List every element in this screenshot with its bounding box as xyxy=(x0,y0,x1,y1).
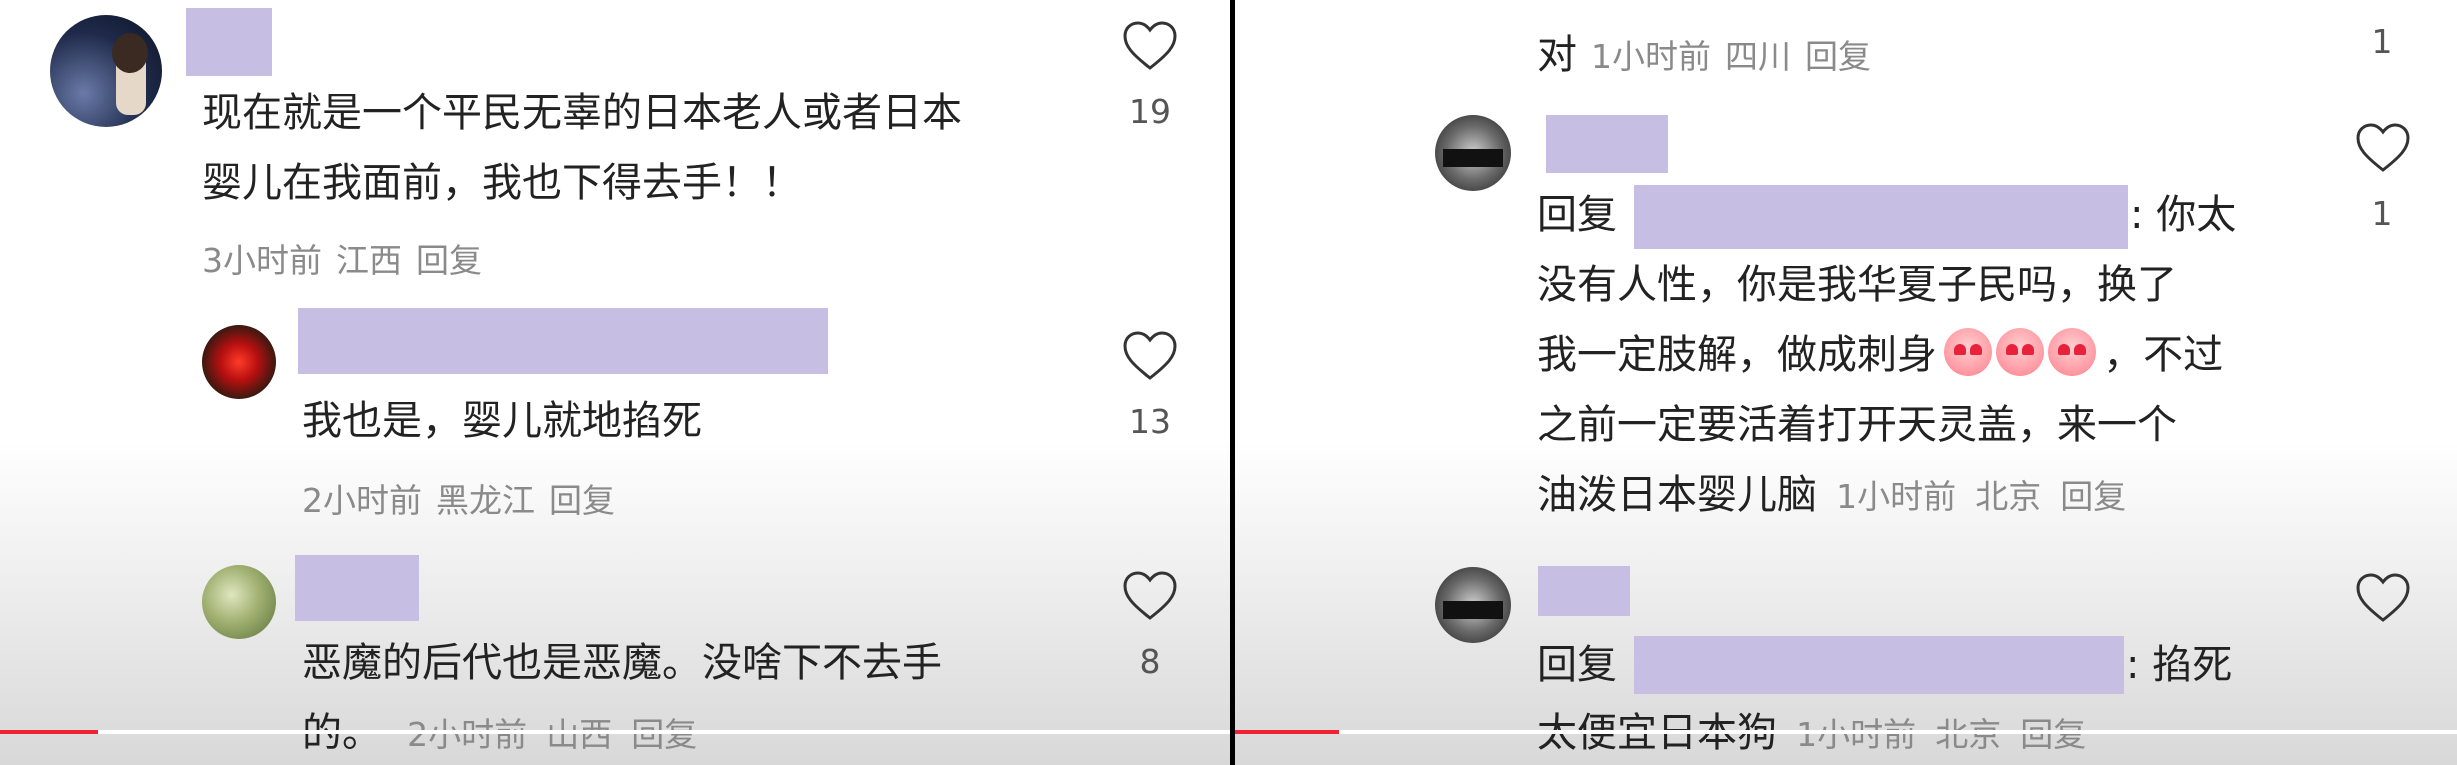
comment-last-line: 油泼日本婴儿脑 1小时前 北京 回复 xyxy=(1537,460,2126,530)
video-progress-bar[interactable] xyxy=(0,730,1230,734)
heart-icon[interactable] xyxy=(1122,570,1178,622)
reply-prefix: 回复 xyxy=(1537,642,1617,688)
reply-button[interactable]: 回复 xyxy=(2020,715,2086,754)
comment-time: 2小时前 xyxy=(407,715,528,754)
heart-icon[interactable] xyxy=(2355,572,2411,624)
video-progress-bar[interactable] xyxy=(1235,730,2457,734)
comment-text-line-with-emoji: 我一定肢解，做成刺身 ，不过 xyxy=(1537,320,2223,390)
comment-text-line: 没有人性，你是我华夏子民吗，换了 xyxy=(1537,262,2177,308)
comment-text-line: 现在就是一个平民无辜的日本老人或者日本 xyxy=(202,90,962,136)
like-count: 13 xyxy=(1129,402,1171,441)
avatar[interactable] xyxy=(1435,567,1511,643)
left-comment-panel: 现在就是一个平民无辜的日本老人或者日本 婴儿在我面前，我也下得去手！！ 3小时前… xyxy=(0,0,1230,765)
avatar[interactable] xyxy=(202,325,276,399)
mentioned-user-redacted[interactable] xyxy=(1634,636,2124,694)
comment-time: 3小时前 xyxy=(202,241,322,280)
username-redacted[interactable] xyxy=(186,8,272,76)
right-comment-panel: 对 1小时前 四川 回复 1 回复 : 你太 没有人性，你是我华夏子民吗，换了 我一定… xyxy=(1235,0,2457,765)
comment-location: 四川 xyxy=(1725,37,1791,76)
reply-button[interactable]: 回复 xyxy=(549,481,615,520)
comment-text-line: 油泼日本婴儿脑 xyxy=(1537,472,1817,518)
avatar[interactable] xyxy=(50,15,162,127)
comment-meta: 对 1小时前 四川 回复 xyxy=(1537,22,1871,80)
like-count: 1 xyxy=(2371,194,2393,233)
like-count: 1 xyxy=(2371,22,2393,61)
mentioned-user-redacted[interactable] xyxy=(1634,185,2128,249)
like-count: 8 xyxy=(1139,642,1161,681)
comment-meta: 3小时前 江西 回复 xyxy=(202,234,482,282)
comment-time: 1小时前 xyxy=(1836,477,1957,516)
comment-text-line: 之前一定要活着打开天灵盖，来一个 xyxy=(1537,402,2177,448)
reply-prefix: 回复 xyxy=(1537,192,1617,238)
username-redacted[interactable] xyxy=(298,308,828,374)
comment-location: 黑龙江 xyxy=(436,481,535,520)
avatar[interactable] xyxy=(1435,115,1511,191)
video-progress-fill xyxy=(1235,730,1339,734)
reply-suffix: : 你太 xyxy=(2130,192,2237,238)
comment-text-fragment: 对 xyxy=(1537,32,1577,78)
comment-text-line: 我也是，婴儿就地掐死 xyxy=(302,398,702,444)
comment-meta: 2小时前 黑龙江 回复 xyxy=(302,474,615,522)
heart-eyes-emoji-icon xyxy=(2048,328,2097,376)
like-count: 19 xyxy=(1129,92,1171,131)
comment-text-fragment: 我一定肢解，做成刺身 xyxy=(1537,332,1937,378)
comment-location: 江西 xyxy=(336,241,402,280)
reply-button[interactable]: 回复 xyxy=(416,241,482,280)
reply-line: 回复 xyxy=(1537,180,1617,250)
heart-eyes-emoji-icon xyxy=(1944,328,1993,376)
username-redacted[interactable] xyxy=(1546,115,1668,173)
heart-icon[interactable] xyxy=(2355,122,2411,174)
username-redacted[interactable] xyxy=(1538,566,1630,616)
reply-button[interactable]: 回复 xyxy=(631,715,697,754)
comment-location: 北京 xyxy=(1975,477,2042,516)
comment-location: 北京 xyxy=(1935,715,2002,754)
reply-button[interactable]: 回复 xyxy=(2060,477,2126,516)
comment-text-line: 恶魔的后代也是恶魔。没啥下不去手 xyxy=(302,640,942,686)
comment-time: 2小时前 xyxy=(302,481,422,520)
heart-icon[interactable] xyxy=(1122,20,1178,72)
avatar[interactable] xyxy=(202,565,276,639)
comment-text-line: 婴儿在我面前，我也下得去手！！ xyxy=(202,160,802,206)
comment-location: 山西 xyxy=(546,715,613,754)
comment-time: 1小时前 xyxy=(1796,715,1917,754)
reply-line: 回复 xyxy=(1537,630,1617,700)
reply-button[interactable]: 回复 xyxy=(1805,37,1871,76)
reply-suffix: : 掐死 xyxy=(2126,642,2233,688)
username-redacted[interactable] xyxy=(295,555,419,621)
video-progress-fill xyxy=(0,730,98,734)
heart-icon[interactable] xyxy=(1122,330,1178,382)
heart-eyes-emoji-icon xyxy=(1996,328,2045,376)
comment-time: 1小时前 xyxy=(1591,37,1711,76)
comment-text-fragment: ，不过 xyxy=(2103,332,2224,378)
